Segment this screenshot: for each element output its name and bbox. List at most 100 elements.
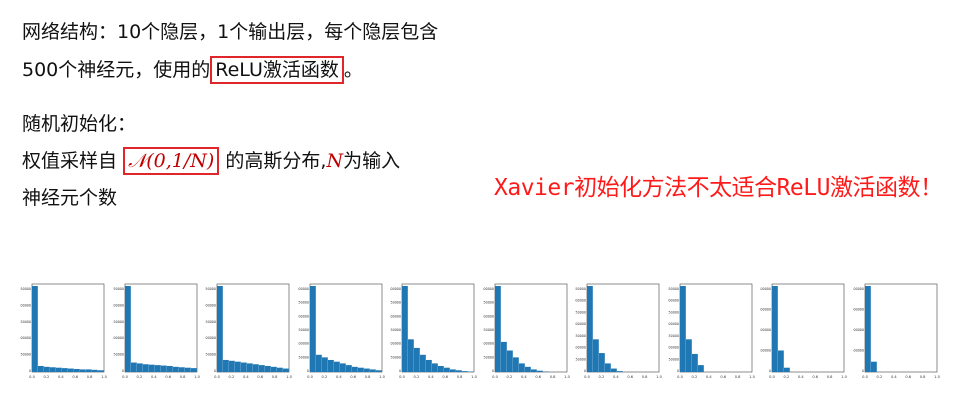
y-tick-label: 350000 [575,287,586,291]
histogram-bar [283,368,289,372]
y-tick-label: 250000 [205,287,216,291]
histogram-layer-6: 0.0 0.2 0.4 0.6 0.8 1.0 300000 250000 200000 1500… [483,282,571,390]
x-tick-label: 0.2 [784,375,790,379]
histogram-bar [432,363,438,372]
x-tick-label: 0.2 [876,375,882,379]
x-tick-label: 0.6 [812,375,818,379]
x-tick-label: 1.0 [194,375,200,379]
y-tick-label: 250000 [668,310,679,314]
y-tick-label: 250000 [113,287,124,291]
histogram-bar [172,366,179,372]
histogram-layer-2: 0.0 0.2 0.4 0.6 0.8 1.0 250000 200000 150000 1000… [113,282,201,390]
x-tick-label: 1.0 [564,375,570,379]
y-tick-label: 150000 [20,320,31,324]
histogram-bar [154,365,161,372]
x-tick-label: 0.6 [442,375,448,379]
x-tick-label: 0.8 [364,375,370,379]
x-tick-label: 1.0 [749,375,755,379]
histogram-bar [160,365,167,372]
y-tick-label: 100000 [853,349,864,353]
histogram-bar [605,363,611,372]
x-tick-label: 0.8 [87,375,93,379]
x-tick-label: 0.4 [335,375,341,379]
y-tick-label: 250000 [390,301,401,305]
histogram-bar [68,368,74,372]
y-tick-label: 100000 [575,346,586,350]
y-tick-label: 200000 [113,303,124,307]
x-tick-label: 0.0 [307,375,313,379]
histogram-svg: 0.0 0.2 0.4 0.6 0.8 1.0 250000 200000 150000 1000… [20,283,108,379]
x-tick-label: 0.4 [150,375,156,379]
x-tick-label: 0.2 [136,375,142,379]
y-tick-label: 150000 [483,328,494,332]
histogram-layer-7: 0.0 0.2 0.4 0.6 0.8 1.0 350000 300000 250000 2000… [575,282,663,390]
histogram-bar [778,350,784,372]
y-tick-label: 100000 [20,336,31,340]
y-tick-label: 0 [29,369,31,373]
histogram-bar [271,366,277,372]
x-tick-label: 0.8 [827,375,833,379]
histogram-frame [216,283,290,373]
x-tick-label: 0.0 [492,375,498,379]
init-text-2: 神经元个数 [22,187,118,209]
histogram-bar [599,353,605,372]
y-tick-label: 200000 [853,328,864,332]
histogram-bar [259,365,265,372]
histogram-layer-8: 0.0 0.2 0.4 0.6 0.8 1.0 350000 300000 250000 2000… [668,282,756,390]
histogram-bar [247,363,253,372]
histogram-bar [178,367,185,372]
histogram-bar [524,366,531,372]
y-tick-label: 0 [861,369,863,373]
histogram-bar [339,363,346,372]
histogram-bar [506,350,513,372]
y-tick-label: 0 [214,369,216,373]
y-tick-label: 200000 [298,314,309,318]
x-tick-label: 0.4 [243,375,249,379]
x-tick-label: 0.4 [705,375,711,379]
y-tick-label: 50000 [483,355,494,359]
histogram-bar [327,359,334,372]
structure-line-2: 500个神经元，使用的 ReLU激活函数。 [22,56,363,84]
histogram-bar [375,370,382,372]
x-tick-label: 0.4 [613,375,619,379]
histogram-bar [420,354,426,372]
x-tick-label: 0.6 [720,375,726,379]
y-tick-label: 300000 [853,308,864,312]
x-tick-label: 0.4 [798,375,804,379]
y-tick-label: 50000 [206,353,217,357]
x-tick-label: 1.0 [841,375,847,379]
histogram-bar [617,371,623,372]
histogram-bar [685,339,692,372]
x-tick-label: 1.0 [379,375,385,379]
histogram-bar [229,360,235,372]
y-tick-label: 0 [676,369,678,373]
n-variable: 𝑁 [326,150,344,172]
x-tick-label: 0.2 [44,375,50,379]
histogram-bar [438,365,444,372]
y-tick-label: 300000 [575,299,586,303]
x-tick-label: 0.0 [29,375,35,379]
x-tick-label: 0.6 [905,375,911,379]
x-tick-label: 0.8 [919,375,925,379]
histogram-bar [56,367,62,372]
y-tick-label: 300000 [483,287,494,291]
y-tick-label: 50000 [113,353,124,357]
x-tick-label: 0.4 [58,375,64,379]
y-tick-label: 250000 [298,301,309,305]
y-tick-label: 100000 [760,349,771,353]
histogram-bar [321,357,328,372]
histogram-frame [864,283,937,373]
y-tick-label: 200000 [760,328,771,332]
y-tick-label: 100000 [668,346,679,350]
histogram-bar [253,364,259,372]
histogram-bar [50,367,56,372]
histogram-bar [679,286,686,372]
y-tick-label: 300000 [298,287,309,291]
histogram-bar [80,369,86,372]
y-tick-label: 0 [491,369,493,373]
y-tick-label: 100000 [390,342,401,346]
y-tick-label: 0 [584,369,586,373]
y-tick-label: 200000 [20,303,31,307]
histogram-svg: 0.0 0.2 0.4 0.6 0.8 1.0 300000 250000 200000 1500… [298,283,385,379]
histogram-bar [369,369,376,372]
